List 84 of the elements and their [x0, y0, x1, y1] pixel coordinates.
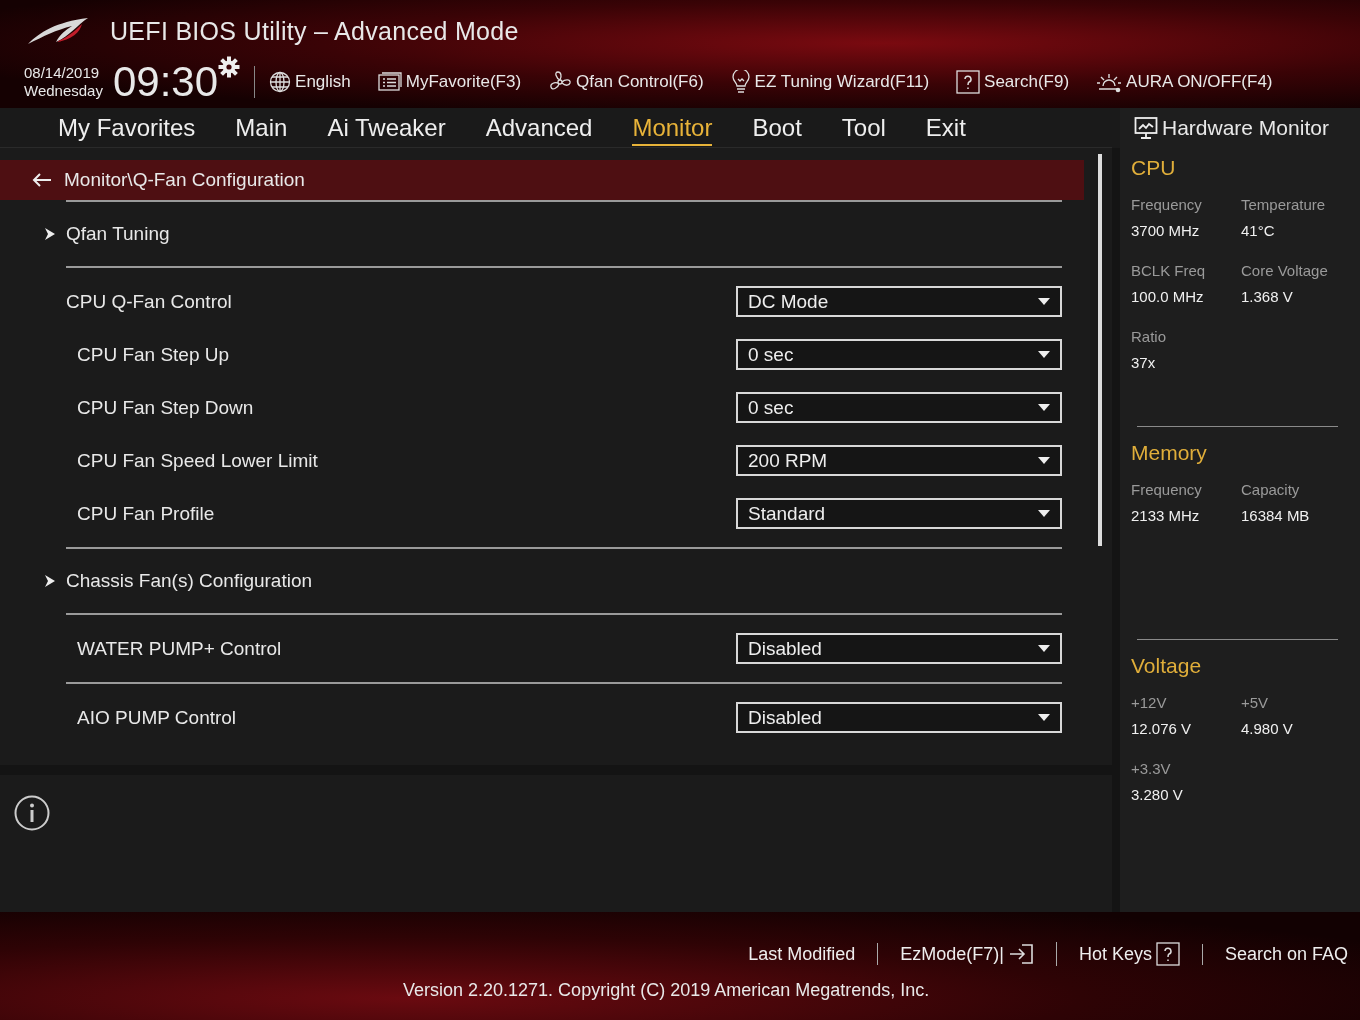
reading-value: 1.368 V	[1241, 288, 1294, 305]
scrollbar-thumb[interactable]	[1098, 154, 1102, 546]
toolbar-button[interactable]: EZ Tuning Wizard(F11)	[730, 70, 930, 94]
dropdown[interactable]: DC Mode	[736, 286, 1062, 317]
footer-link[interactable]: Last Modified	[726, 943, 878, 965]
reading-label: Capacity	[1241, 481, 1301, 498]
help-icon	[1155, 942, 1180, 966]
reading-label: +12V	[1131, 694, 1168, 711]
reading-label: +3.3V	[1131, 760, 1172, 777]
nav-tab[interactable]: Ai Tweaker	[327, 109, 446, 146]
dropdown[interactable]: Standard	[736, 498, 1062, 529]
footer-link[interactable]: Hot Keys	[1055, 942, 1202, 966]
caret-icon	[1038, 457, 1050, 464]
section-title: CPU	[1131, 156, 1177, 180]
nav-tab[interactable]: My Favorites	[58, 109, 196, 146]
caret-icon	[1038, 404, 1050, 411]
toolbar-button[interactable]: English	[269, 71, 351, 93]
footer-link[interactable]: EzMode(F7)|	[877, 943, 1056, 965]
reading-value: 3.280 V	[1131, 786, 1184, 803]
day-text: Wednesday	[24, 82, 103, 100]
reading-label: +5V	[1241, 694, 1270, 711]
nav-tab[interactable]: Advanced	[485, 109, 593, 146]
submenu-link[interactable]: Chassis Fan(s) Configuration	[66, 570, 1062, 592]
reading-value: 2133 MHz	[1131, 507, 1201, 524]
dropdown[interactable]: 200 RPM	[736, 445, 1062, 476]
caret-icon	[1038, 298, 1050, 305]
toolbar-button[interactable]: Qfan Control(F6)	[548, 70, 704, 94]
toolbar-button[interactable]: Search(F9)	[956, 70, 1070, 94]
dropdown[interactable]: Disabled	[736, 702, 1062, 733]
reading-label: Ratio	[1131, 328, 1168, 345]
globe-icon	[269, 71, 292, 93]
dropdown[interactable]: Disabled	[736, 633, 1062, 664]
dropdown[interactable]: 0 sec	[736, 392, 1062, 423]
setting-label: CPU Fan Profile	[76, 502, 216, 525]
reading-label: Frequency	[1131, 196, 1203, 213]
reading-value: 12.076 V	[1131, 720, 1193, 737]
settings-icon[interactable]	[218, 56, 241, 78]
setting-label: CPU Fan Step Down	[76, 396, 255, 419]
reading-value: 3700 MHz	[1131, 222, 1201, 239]
nav-tab[interactable]: Tool	[841, 109, 886, 146]
light-bulb-icon	[730, 70, 751, 94]
setting-label: CPU Fan Step Up	[76, 343, 231, 366]
monitor-icon	[1134, 116, 1158, 140]
chevron-icon	[45, 228, 55, 240]
list-icon	[377, 72, 402, 92]
section-title: Memory	[1131, 441, 1208, 465]
reading-value: 37x	[1131, 354, 1157, 371]
reading-value: 41°C	[1241, 222, 1276, 239]
setting-label: WATER PUMP+ Control	[76, 637, 283, 660]
nav-tab[interactable]: Monitor	[632, 109, 713, 146]
section-title: Voltage	[1131, 654, 1203, 678]
back-arrow-icon[interactable]	[32, 172, 52, 188]
info-icon	[14, 795, 50, 831]
exit-icon	[1007, 943, 1034, 965]
nav-tab[interactable]: Main	[235, 109, 288, 146]
nav-tab[interactable]: Exit	[925, 109, 966, 146]
panel-title: Hardware Monitor	[1162, 116, 1329, 140]
toolbar-button[interactable]: AURA ON/OFF(F4)	[1096, 70, 1273, 94]
submenu-link[interactable]: Qfan Tuning	[66, 223, 1062, 245]
reading-value: 100.0 MHz	[1131, 288, 1205, 305]
chevron-icon	[45, 575, 55, 587]
reading-label: BCLK Freq	[1131, 262, 1207, 279]
window-title: UEFI BIOS Utility – Advanced Mode	[110, 16, 519, 46]
caret-icon	[1038, 645, 1050, 652]
caret-icon	[1038, 714, 1050, 721]
dropdown[interactable]: 0 sec	[736, 339, 1062, 370]
reading-value: 4.980 V	[1241, 720, 1294, 737]
date-text: 08/14/2019	[24, 64, 101, 82]
clock-time: 09:30	[112, 62, 219, 102]
reading-label: Frequency	[1131, 481, 1203, 498]
reading-value: 16384 MB	[1241, 507, 1311, 524]
caret-icon	[1038, 351, 1050, 358]
nav-tab[interactable]: Boot	[752, 109, 802, 146]
reading-label: Core Voltage	[1241, 262, 1329, 279]
setting-label: AIO PUMP Control	[76, 706, 238, 729]
reading-label: Temperature	[1241, 196, 1327, 213]
setting-label: CPU Fan Speed Lower Limit	[76, 449, 319, 472]
footer-link[interactable]: Search on FAQ	[1201, 943, 1348, 965]
version-text: Version 2.20.1271. Copyright (C) 2019 American Megatrends, Inc.	[403, 980, 930, 1001]
breadcrumb-text: Monitor\Q-Fan Configuration	[64, 169, 305, 191]
caret-icon	[1038, 510, 1050, 517]
toolbar-button[interactable]: MyFavorite(F3)	[377, 72, 522, 92]
help-icon	[956, 70, 981, 94]
setting-label: CPU Q-Fan Control	[66, 290, 233, 313]
